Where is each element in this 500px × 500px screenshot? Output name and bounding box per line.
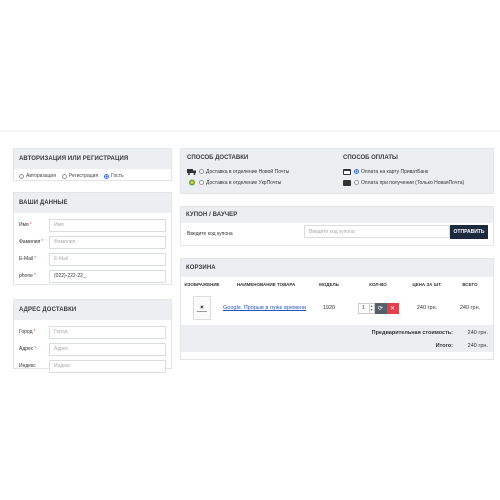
- quantity-input[interactable]: 1: [357, 302, 370, 314]
- payment-option-card[interactable]: Оплата на карту ПриватБанк: [343, 166, 464, 177]
- total-label: Итого:: [435, 342, 453, 349]
- coupon-title: Купон / Ваучер: [181, 207, 493, 223]
- product-name-link[interactable]: Google. Прорыв в луже времени: [223, 293, 309, 323]
- payment-option-cash[interactable]: Оплата при получении (Только НоваяПочта): [343, 177, 464, 188]
- radio-guest-control[interactable]: [104, 173, 110, 179]
- lastname-input[interactable]: Фамилия: [49, 235, 166, 249]
- radio-register-control[interactable]: [61, 173, 67, 179]
- subtotal-label: Предварительная стоимость:: [371, 329, 453, 336]
- product-model: 1920: [322, 305, 336, 311]
- coupon-input[interactable]: Введите код купона: [304, 225, 450, 238]
- ukrposhta-icon: [189, 179, 195, 186]
- phone-input[interactable]: (022)-222-22_: [49, 269, 166, 283]
- close-icon: ✕: [389, 305, 396, 312]
- coupon-submit-button[interactable]: Отправить: [450, 225, 488, 239]
- address-title: Адрес доставки: [14, 300, 171, 320]
- phone-row: phone* (022)-222-22_: [19, 268, 166, 284]
- product-thumbnail[interactable]: ▣: [193, 296, 211, 320]
- product-total: 240 грн.: [459, 305, 481, 311]
- auth-title: Авторизация или регистрация: [14, 149, 171, 169]
- shipping-option-ukrposhta[interactable]: Доставка в отделение УкрПочты: [187, 177, 289, 188]
- col-name: Наименование товара: [236, 282, 296, 287]
- remove-button[interactable]: ✕: [386, 302, 399, 314]
- col-image: Изображение: [184, 282, 220, 287]
- coupon-panel: Купон / Ваучер Введите код купона Введит…: [180, 206, 494, 246]
- personal-data-panel: Ваши данные Имя* Имя Фамилия* Фамилия E-…: [13, 192, 172, 285]
- firstname-input[interactable]: Имя: [49, 218, 166, 232]
- cart-panel: Корзина Изображение Наименование товара …: [180, 258, 494, 360]
- coupon-label: Введите код купона: [187, 231, 233, 237]
- product-cover-icon: ▣: [200, 304, 204, 309]
- quantity-stepper[interactable]: 1 ▲ ▼ ⟳ ✕: [357, 302, 399, 314]
- city-input[interactable]: Город: [49, 325, 166, 339]
- shipping-payment-panel: Способ доставки Доставка в отделение Нов…: [180, 148, 494, 194]
- col-qty: Кол-во: [369, 282, 387, 287]
- arrow-down-icon[interactable]: ▼: [370, 308, 373, 312]
- city-row: Город* Город: [19, 324, 166, 340]
- radio-guest[interactable]: Гость: [104, 173, 124, 179]
- firstname-row: Имя* Имя: [19, 217, 166, 233]
- total-value: 240 грн.: [467, 342, 488, 349]
- col-price: Цена за шт.: [412, 282, 442, 287]
- refresh-button[interactable]: ⟳: [374, 302, 387, 314]
- street-address-row: Адрес* Адрес: [19, 341, 166, 357]
- shipping-radio-novaposhta[interactable]: [199, 169, 204, 174]
- shipping-radio-ukrposhta[interactable]: [199, 180, 204, 185]
- table-row: ▣ Google. Прорыв в луже времени 1920 1 ▲…: [181, 293, 493, 323]
- auth-panel: Авторизация или регистрация Авторизация …: [13, 148, 172, 181]
- radio-login-control[interactable]: [19, 173, 24, 179]
- payment-radio-cash[interactable]: [354, 180, 359, 185]
- shipping-title: Способ доставки: [187, 155, 249, 161]
- card-icon: [343, 168, 351, 175]
- truck-icon: [187, 169, 196, 175]
- total-row: Итого: 240 грн.: [181, 339, 493, 352]
- shipping-option-novaposhta[interactable]: Доставка в отделение Новой Почты: [187, 166, 289, 177]
- cart-header-row: Изображение Наименование товара Модель К…: [181, 277, 493, 293]
- col-total: Всего: [462, 282, 478, 287]
- payment-radio-card[interactable]: [354, 169, 359, 174]
- cart-title: Корзина: [181, 259, 493, 277]
- col-model: Модель: [319, 282, 339, 287]
- product-price: 240 грн.: [416, 305, 438, 311]
- radio-login[interactable]: Авторизация: [19, 173, 56, 179]
- address-panel: Адрес доставки Город* Город Адрес* Адрес…: [13, 299, 172, 373]
- cart-table: Изображение Наименование товара Модель К…: [181, 277, 493, 323]
- email-row: E-Mail* E-Mail: [19, 251, 166, 267]
- personal-data-title: Ваши данные: [14, 193, 171, 213]
- street-address-input[interactable]: Адрес: [49, 342, 166, 356]
- lastname-row: Фамилия* Фамилия: [19, 234, 166, 250]
- email-input[interactable]: E-Mail: [49, 252, 166, 266]
- radio-register[interactable]: Регистрация: [61, 173, 98, 179]
- top-divider: [0, 130, 500, 132]
- subtotal-row: Предварительная стоимость: 240 грн.: [181, 326, 493, 339]
- payment-title: Способ оплаты: [343, 155, 398, 161]
- cash-icon: [343, 179, 351, 186]
- postcode-row: Индекс Индекс: [19, 358, 166, 374]
- subtotal-value: 240 грн.: [467, 329, 488, 336]
- refresh-icon: ⟳: [377, 305, 384, 312]
- postcode-input[interactable]: Индекс: [49, 359, 166, 373]
